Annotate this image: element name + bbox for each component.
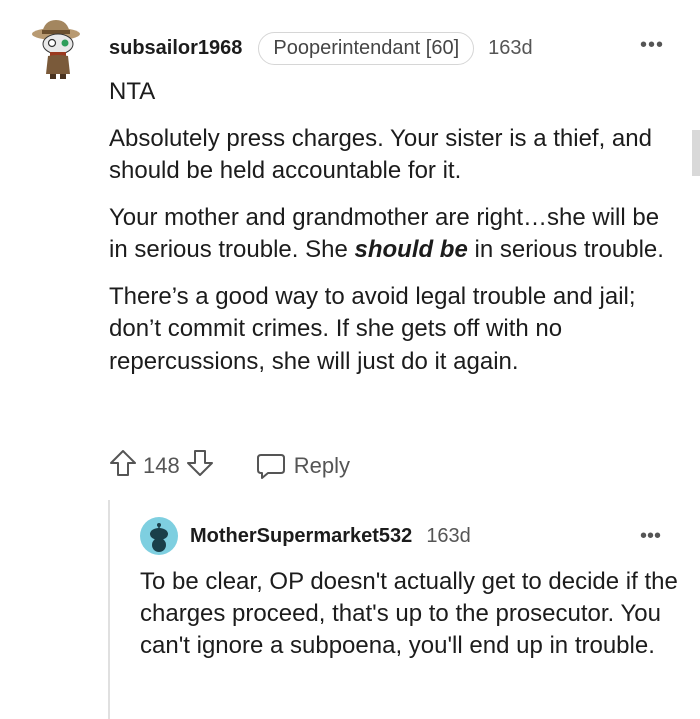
speech-bubble-icon (256, 454, 285, 479)
upvote-arrow-icon (110, 450, 136, 476)
comment-paragraph: NTA (109, 78, 156, 105)
reply-body: To be clear, OP doesn't actually get to … (140, 568, 678, 659)
upvote-button[interactable] (109, 448, 137, 484)
comment-paragraph: Absolutely press charges. Your sister is… (109, 124, 652, 185)
user-avatar[interactable] (28, 16, 88, 80)
scrollbar[interactable] (692, 130, 700, 176)
reply-label: Reply (293, 453, 350, 478)
comment-header: subsailor1968 Pooperintendant [60] 163d (109, 30, 533, 66)
comment-paragraph: Your mother and grandmother are right…sh… (109, 202, 669, 267)
downvote-arrow-icon (186, 450, 213, 476)
reply-age: 163d (426, 524, 471, 547)
cowboy-snoo-avatar-icon (32, 20, 80, 79)
vote-count: 148 (143, 453, 180, 478)
username[interactable]: subsailor1968 (109, 37, 242, 60)
snoo-avatar-icon (140, 517, 178, 555)
comment-text: in serious trouble. (467, 236, 664, 263)
comment-actions: 148 Reply (109, 448, 350, 484)
thread-line[interactable] (108, 500, 110, 719)
reply-button[interactable]: Reply (256, 452, 350, 480)
comment-body: NTA Absolutely press charges. Your siste… (109, 76, 669, 392)
reply-more-options-icon[interactable]: ••• (640, 526, 661, 546)
reply-user-avatar[interactable] (140, 517, 178, 555)
comment-paragraph: There’s a good way to avoid legal troubl… (109, 282, 636, 375)
emphasis-text: should be (354, 236, 468, 263)
reply-header: MotherSupermarket532 163d (190, 520, 471, 552)
comment-age: 163d (488, 36, 533, 59)
more-options-icon[interactable]: ••• (640, 35, 664, 55)
reply-username[interactable]: MotherSupermarket532 (190, 525, 412, 548)
user-flair: Pooperintendant [60] (258, 31, 475, 65)
downvote-button[interactable] (186, 448, 214, 484)
